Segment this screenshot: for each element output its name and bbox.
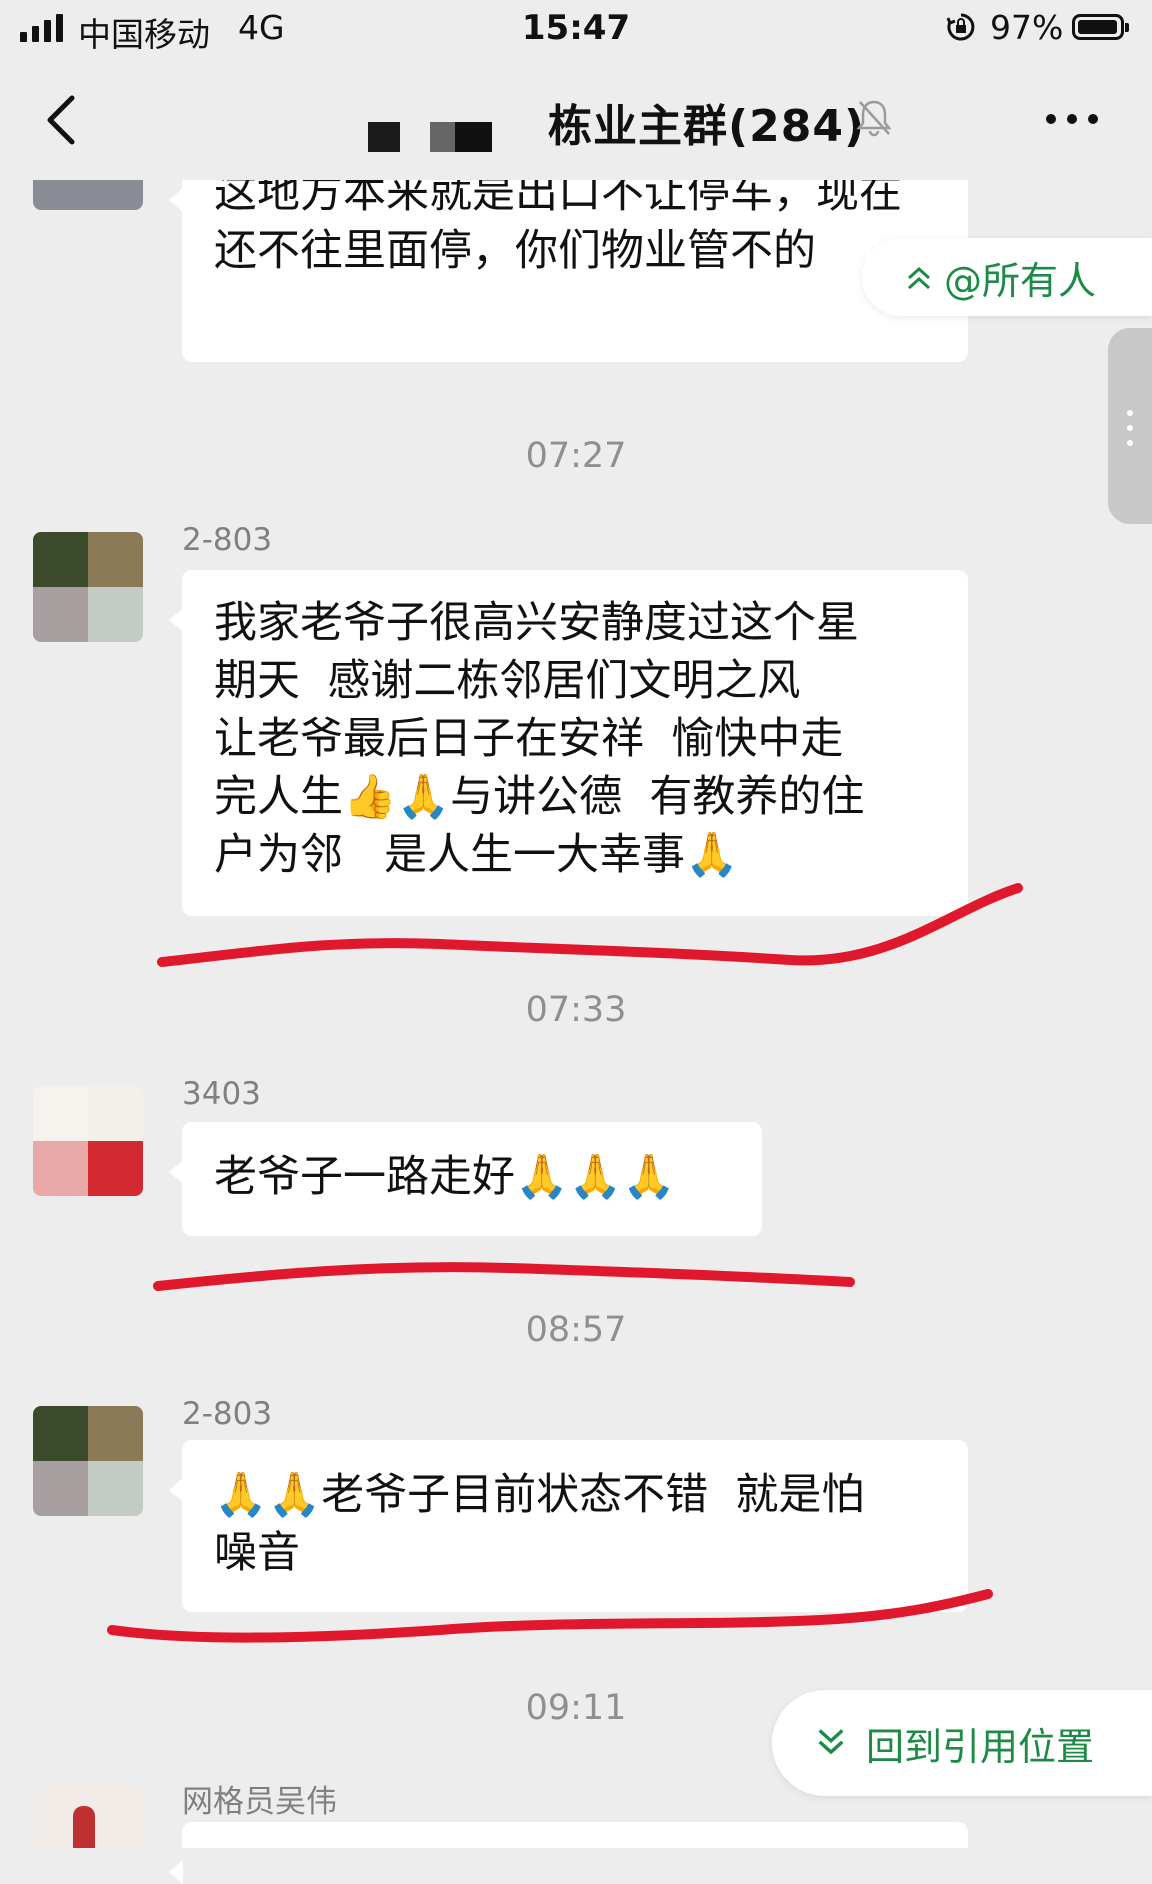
message-text: 老爷子一路走好🙏🙏🙏 [214, 1152, 676, 1202]
message-bubble[interactable]: 老爷子一路走好🙏🙏🙏 [169, 1122, 762, 1236]
avatar[interactable] [33, 1786, 143, 1848]
battery-icon [1072, 14, 1129, 40]
sender-name: 网格员吴伟 [182, 1784, 337, 1820]
message-bubble[interactable] [169, 1822, 968, 1884]
avatar[interactable] [33, 1406, 143, 1516]
message-text: 这地方本来就是出口不让停车，现在还不往里面停，你们物业管不的 [214, 168, 902, 276]
more-dots-icon[interactable] [1044, 112, 1100, 126]
battery-percent: 97% [990, 8, 1064, 47]
red-underline-annotation [153, 1262, 855, 1291]
bell-off-icon [856, 100, 892, 137]
chat-header: 栋业主群(284) [0, 62, 1152, 180]
message-text: 我家老爷子很高兴安静度过这个星 期天 感谢二栋邻居们文明之风 让老爷最后日子在安… [214, 598, 865, 880]
message-bubble[interactable]: 🙏🙏老爷子目前状态不错 就是怕 噪音 [169, 1440, 968, 1612]
redacted-block [368, 122, 400, 152]
status-time: 15:47 [521, 8, 631, 48]
avatar[interactable] [33, 532, 143, 642]
chevron-left-icon[interactable] [40, 90, 90, 150]
double-chevron-down-icon [818, 1729, 844, 1755]
mention-all-button[interactable]: @所有人 [862, 238, 1152, 316]
rotation-lock-icon [946, 13, 975, 41]
chat-title[interactable]: 栋业主群(284) [548, 90, 865, 154]
timestamp: 07:27 [525, 436, 627, 476]
mention-all-label: @所有人 [944, 258, 1097, 303]
message-bubble[interactable]: 我家老爷子很高兴安静度过这个星 期天 感谢二栋邻居们文明之风 让老爷最后日子在安… [169, 570, 968, 916]
message-bubble[interactable]: 这地方本来就是出口不让停车，现在还不往里面停，你们物业管不的 [169, 150, 968, 362]
double-chevron-up-icon [907, 266, 931, 290]
avatar[interactable] [33, 1086, 143, 1196]
back-to-quote-label: 回到引用位置 [866, 1724, 1095, 1769]
timestamp: 07:33 [525, 990, 627, 1030]
status-bar: 中国移动 4G 15:47 97% [0, 0, 1152, 62]
sender-name: 2-803 [182, 522, 273, 558]
timestamp: 08:57 [525, 1310, 627, 1350]
scroll-handle[interactable] [1108, 328, 1152, 524]
sender-name: 3403 [182, 1076, 261, 1112]
redacted-block [430, 122, 492, 152]
message-text: 🙏🙏老爷子目前状态不错 就是怕 噪音 [214, 1470, 865, 1578]
sender-name: 2-803 [182, 1396, 273, 1432]
back-to-quote-button[interactable]: 回到引用位置 [772, 1690, 1152, 1796]
